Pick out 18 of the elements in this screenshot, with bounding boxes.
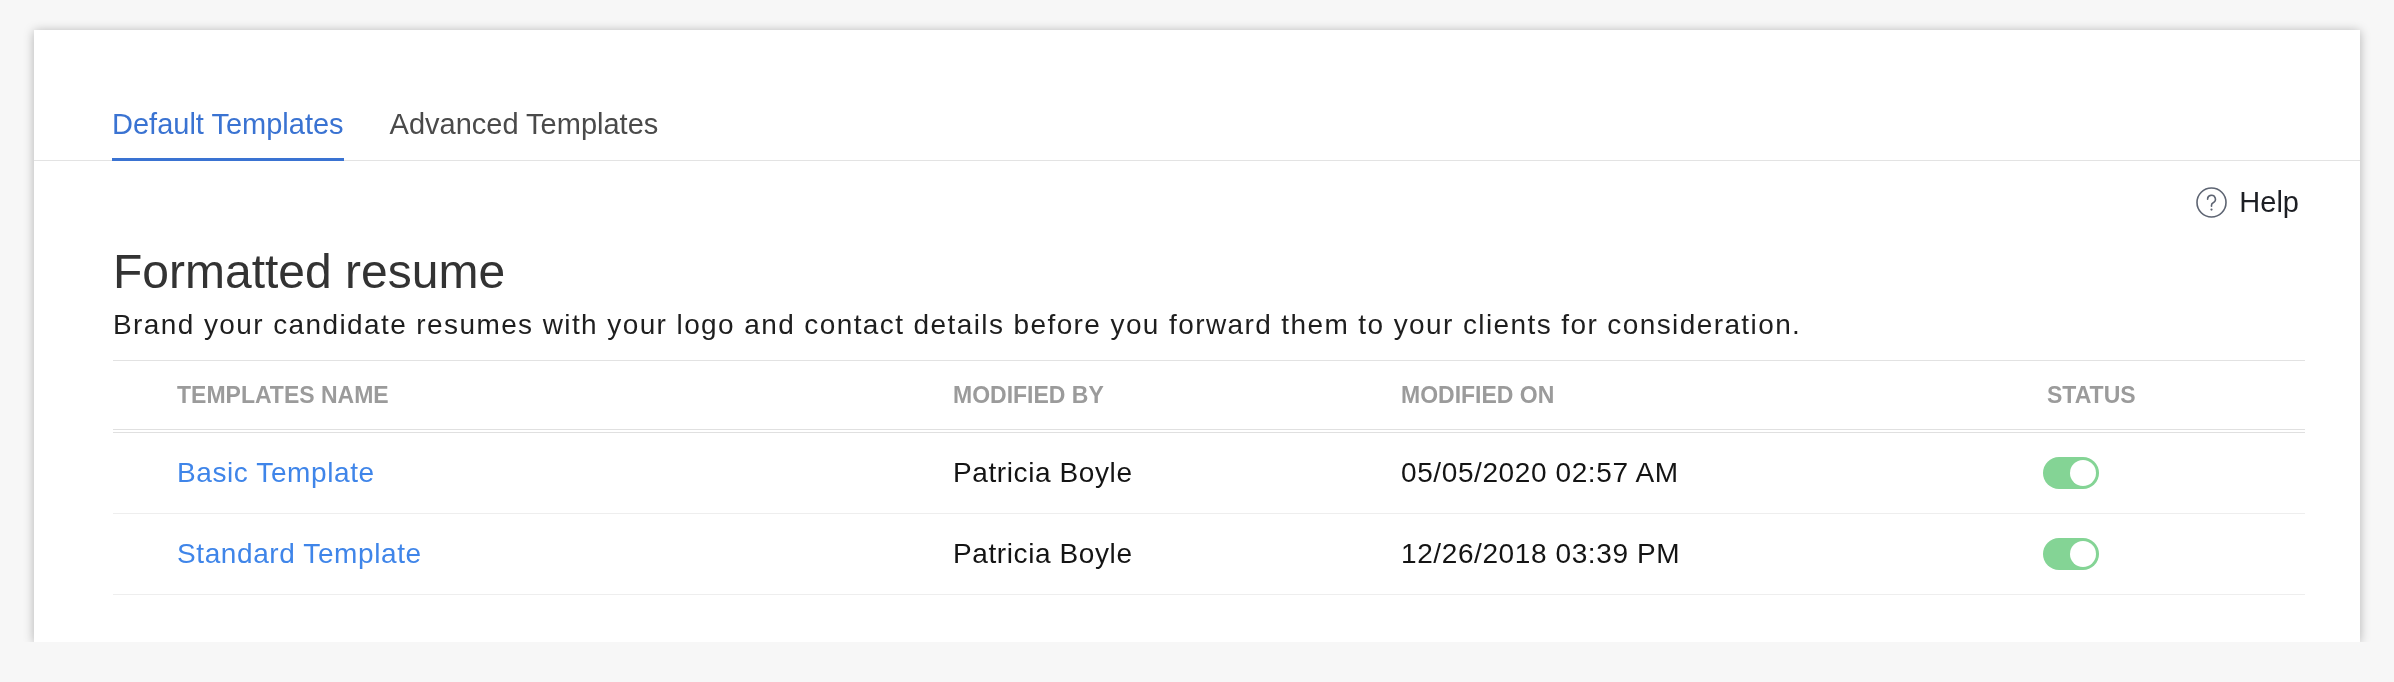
help-icon	[2196, 186, 2228, 218]
column-header: STATUS	[2047, 381, 2136, 409]
table-cell: Patricia Boyle	[953, 537, 1133, 571]
template-link[interactable]: Basic Template	[177, 456, 375, 490]
status-toggle[interactable]	[2043, 538, 2099, 570]
table-cell: 05/05/2020 02:57 AM	[1401, 456, 1679, 490]
tab[interactable]: Advanced Templates	[389, 107, 659, 161]
template-link[interactable]: Standard Template	[177, 537, 422, 571]
table-cell: 12/26/2018 03:39 PM	[1401, 537, 1681, 571]
tab[interactable]: Default Templates	[112, 107, 344, 161]
section-description: Brand your candidate resumes with your logo and contact details before you forward them to your clients for consideration.	[113, 308, 1803, 342]
column-header: MODIFIED BY	[953, 381, 1104, 409]
column-header: MODIFIED ON	[1401, 381, 1555, 409]
help-button[interactable]: Help	[2196, 185, 2299, 219]
section-title: Formatted resume	[113, 244, 507, 300]
table-cell: Patricia Boyle	[953, 456, 1133, 490]
status-toggle[interactable]	[2043, 457, 2099, 489]
column-header: TEMPLATES NAME	[177, 381, 389, 409]
